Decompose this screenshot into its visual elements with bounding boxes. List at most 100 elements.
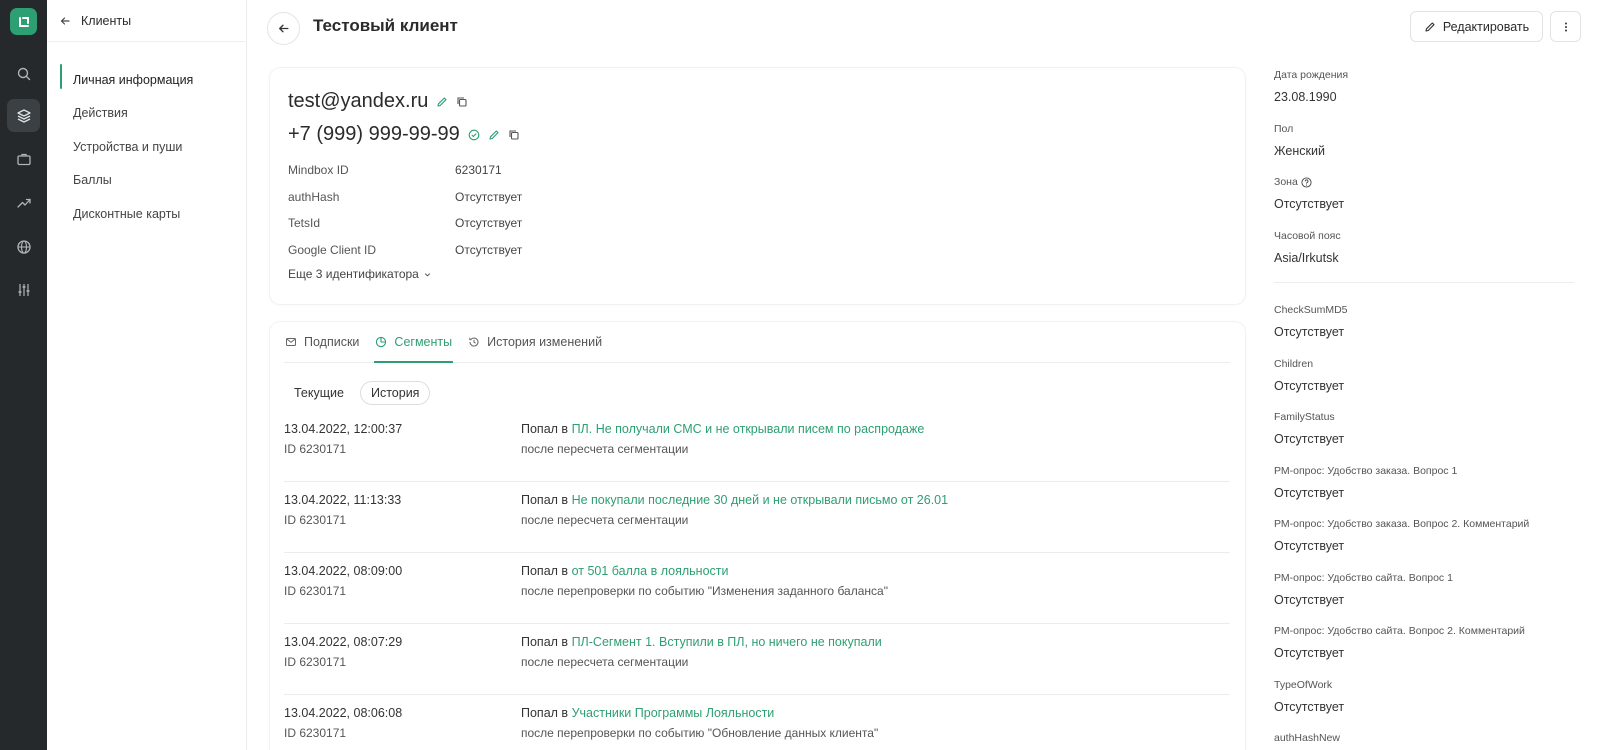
- attribute-label: Children: [1274, 357, 1314, 370]
- edit-pencil-icon[interactable]: [436, 96, 448, 108]
- show-more-identifiers-label: Еще 3 идентификатора: [288, 267, 419, 281]
- segment-link[interactable]: ПЛ. Не получали СМС и не открывали писем…: [572, 422, 925, 436]
- divider: [47, 41, 247, 42]
- sidebar-item-label: Дисконтные карты: [73, 206, 181, 221]
- custom-attribute: Children Отсутствует: [1274, 355, 1574, 409]
- event-prefix: Попал в: [521, 564, 569, 578]
- briefcase-icon[interactable]: [7, 142, 40, 175]
- sidebar-item-points[interactable]: Баллы: [60, 164, 193, 198]
- chevron-down-icon: [424, 272, 430, 277]
- tab-label: История изменений: [487, 335, 603, 349]
- pie-chart-icon: [376, 336, 387, 348]
- phone-value: +7 (999) 999-99-99: [288, 123, 460, 145]
- email-value: test@yandex.ru: [288, 90, 429, 112]
- custom-attribute: authHashNew: [1274, 729, 1574, 750]
- attribute-label: Дата рождения: [1274, 69, 1349, 81]
- layers-icon[interactable]: [7, 99, 40, 132]
- identifier-key: authHash: [288, 189, 340, 204]
- sidebar-item-devices[interactable]: Устройства и пуши: [60, 130, 193, 164]
- edit-pencil-icon[interactable]: [488, 129, 500, 141]
- segment-link[interactable]: Не покупали последние 30 дней и не откры…: [572, 493, 949, 507]
- attribute-value: Отсутствует: [1274, 197, 1345, 211]
- attribute-label: РМ-опрос: Удобство сайта. Вопрос 1: [1274, 571, 1453, 584]
- tab-subscriptions[interactable]: Подписки: [284, 322, 360, 362]
- tab-history[interactable]: История изменений: [467, 322, 603, 362]
- list-item: 13.04.2022, 12:00:37 ID 6230171 Попал в …: [284, 411, 1230, 482]
- attribute-value: 23.08.1990: [1274, 90, 1337, 104]
- section-title: Клиенты: [81, 14, 132, 28]
- attribute-value: Отсутствует: [1274, 325, 1345, 339]
- back-to-clients-link[interactable]: Клиенты: [59, 11, 131, 31]
- attribute-value: Отсутствует: [1274, 699, 1345, 714]
- edit-button[interactable]: Редактировать: [1410, 11, 1543, 42]
- attribute-value: Женский: [1274, 143, 1325, 158]
- custom-attribute: РМ-опрос: Удобство заказа. Вопрос 1 Отсут…: [1274, 462, 1574, 516]
- event-reason: после пересчета сегментации: [521, 442, 689, 456]
- list-item: 13.04.2022, 08:09:00 ID 6230171 Попал в …: [284, 553, 1230, 624]
- attributes-panel: Дата рождения 23.08.1990 Пол Женский Зон…: [1274, 66, 1574, 750]
- custom-attribute: CheckSumMD5 Отсутствует: [1274, 301, 1574, 355]
- identifier-row: TetsId Отсутствует: [288, 210, 522, 237]
- phone-row: +7 (999) 999-99-99: [288, 123, 520, 146]
- attribute-value: Asia/Irkutsk: [1274, 250, 1339, 265]
- identifier-row: Google Client ID Отсутствует: [288, 237, 522, 264]
- list-item: 13.04.2022, 08:07:29 ID 6230171 Попал в …: [284, 624, 1230, 695]
- identifier-key: TetsId: [288, 216, 321, 231]
- sidebar-item-discount-cards[interactable]: Дисконтные карты: [60, 197, 193, 231]
- sliders-icon[interactable]: [7, 273, 40, 306]
- pencil-icon: [1425, 21, 1435, 32]
- event-reason: после пересчета сегментации: [521, 513, 689, 527]
- tab-label: Подписки: [304, 335, 360, 349]
- attribute-gender: Пол Женский: [1274, 120, 1574, 174]
- sidebar-item-personal-info[interactable]: Личная информация: [60, 63, 193, 97]
- identifier-row: authHash Отсутствует: [288, 184, 522, 211]
- help-icon[interactable]: [1301, 176, 1312, 188]
- more-options-button[interactable]: [1550, 11, 1581, 42]
- back-button[interactable]: [267, 12, 300, 45]
- tab-segments[interactable]: Сегменты: [374, 322, 453, 363]
- event-reason: после пересчета сегментации: [521, 655, 689, 669]
- identifier-value: Отсутствует: [455, 216, 523, 231]
- custom-attribute: FamilyStatus Отсутствует: [1274, 408, 1574, 462]
- list-item: 13.04.2022, 11:13:33 ID 6230171 Попал в …: [284, 482, 1230, 553]
- attribute-zone: Зона Отсутствует: [1274, 173, 1574, 227]
- segment-link[interactable]: ПЛ-Сегмент 1. Вступили в ПЛ, но ничего н…: [572, 635, 882, 649]
- segment-link[interactable]: Участники Программы Лояльности: [572, 706, 775, 720]
- copy-icon[interactable]: [456, 96, 468, 108]
- identifier-value: 6230171: [455, 163, 502, 178]
- subtab-current[interactable]: Текущие: [284, 381, 354, 405]
- edit-button-label: Редактировать: [1442, 19, 1530, 34]
- attribute-birth-date: Дата рождения 23.08.1990: [1274, 66, 1574, 120]
- copy-icon[interactable]: [508, 129, 520, 141]
- event-description: Попал в ПЛ. Не получали СМС и не открыва…: [521, 422, 924, 436]
- sidebar-item-label: Личная информация: [73, 72, 194, 87]
- attribute-label: РМ-опрос: Удобство заказа. Вопрос 2. Ком…: [1274, 518, 1530, 530]
- show-more-identifiers[interactable]: Еще 3 идентификатора: [288, 267, 432, 281]
- globe-icon[interactable]: [7, 230, 40, 263]
- search-icon[interactable]: [7, 57, 40, 90]
- attribute-label-text: Зона: [1274, 176, 1298, 188]
- subtab-history[interactable]: История: [359, 381, 431, 405]
- custom-attribute: РМ-опрос: Удобство сайта. Вопрос 1 Отсутс…: [1274, 569, 1574, 623]
- trend-icon[interactable]: [7, 186, 40, 219]
- identifier-value: Отсутствует: [455, 242, 523, 257]
- sidebar-nav: Личная информация Действия Устройства и …: [60, 63, 193, 231]
- attribute-label: РМ-опрос: Удобство сайта. Вопрос 2. Комм…: [1274, 625, 1525, 637]
- attribute-value: Отсутствует: [1274, 646, 1345, 660]
- email-row: test@yandex.ru: [288, 90, 468, 113]
- tab-label: Сегменты: [394, 335, 453, 349]
- event-datetime: 13.04.2022, 08:06:08: [284, 706, 403, 720]
- list-item: 13.04.2022, 08:06:08 ID 6230171 Попал в …: [284, 695, 1230, 750]
- event-id: ID 6230171: [284, 513, 347, 527]
- section-sidebar: Клиенты Личная информация Действия Устро…: [47, 0, 247, 750]
- attribute-value: Отсутствует: [1274, 432, 1345, 446]
- sidebar-item-actions[interactable]: Действия: [60, 97, 193, 131]
- app-logo[interactable]: [10, 8, 37, 35]
- event-datetime: 13.04.2022, 08:07:29: [284, 635, 403, 649]
- attribute-label: Часовой пояс: [1274, 229, 1341, 242]
- event-id: ID 6230171: [284, 726, 347, 740]
- segment-link[interactable]: от 501 балла в лояльности: [572, 564, 729, 578]
- event-id: ID 6230171: [284, 655, 347, 669]
- event-reason: после перепроверки по событию "Изменения…: [521, 584, 888, 598]
- segment-subtabs: Текущие История: [284, 381, 431, 405]
